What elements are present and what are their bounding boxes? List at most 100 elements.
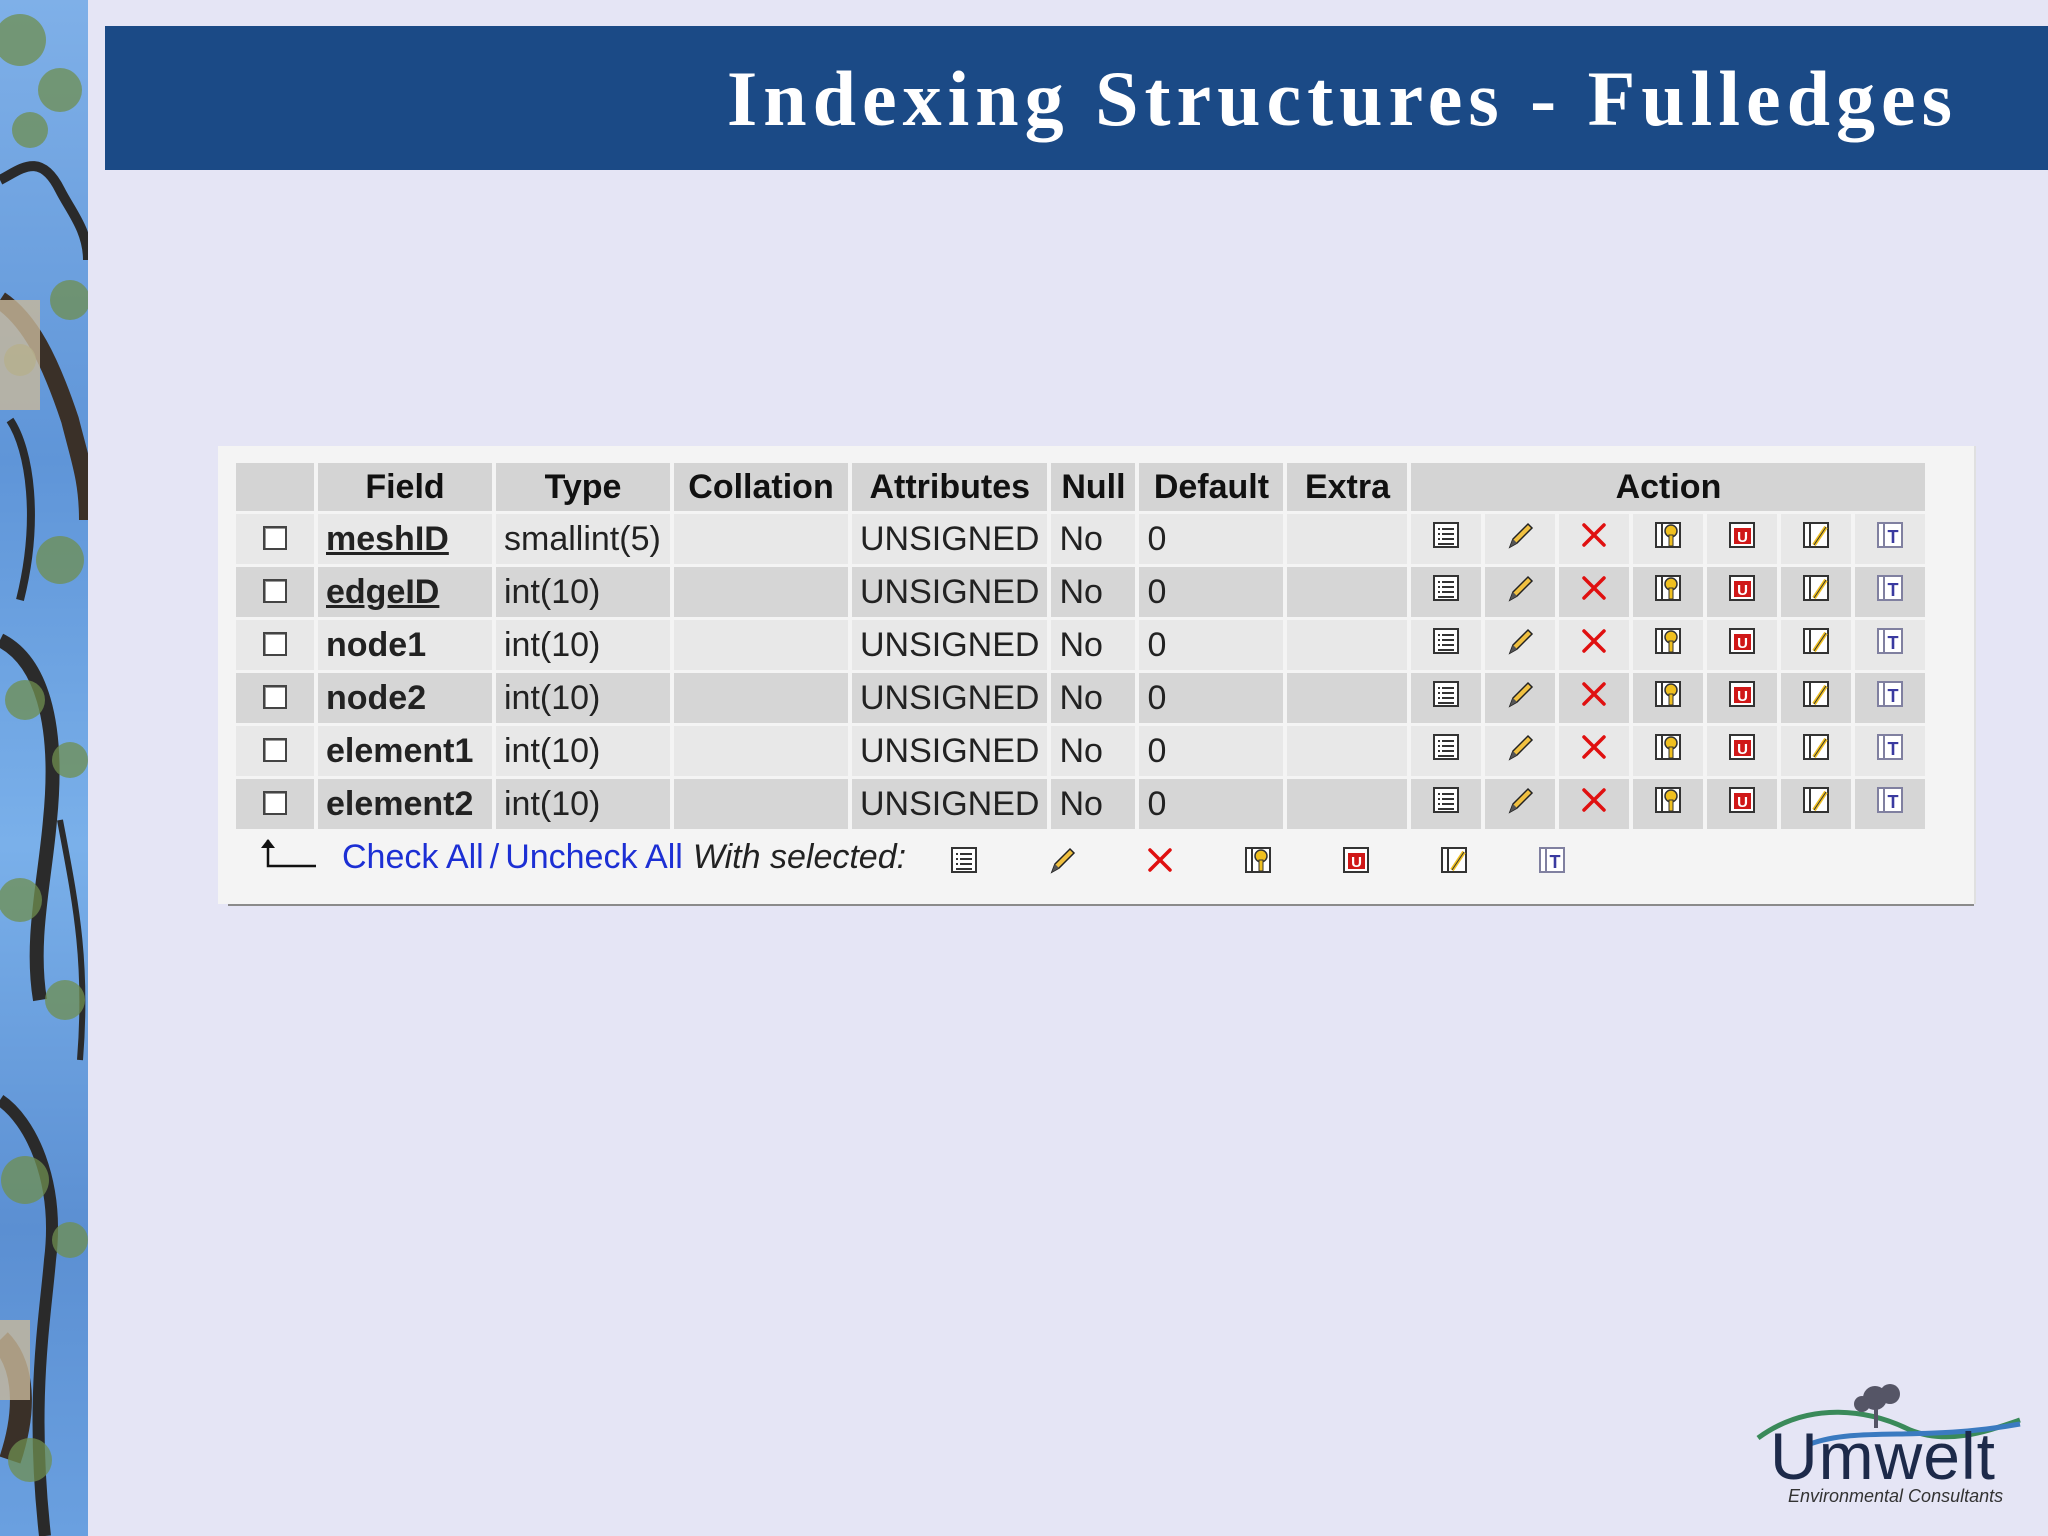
- action-cell: [1411, 514, 1482, 564]
- field-name[interactable]: edgeID: [318, 567, 492, 617]
- delete-x-icon[interactable]: [1578, 625, 1610, 666]
- bulk-unique-icon[interactable]: U: [1340, 844, 1372, 881]
- unique-icon[interactable]: U: [1726, 519, 1758, 560]
- svg-text:T: T: [1888, 739, 1899, 759]
- action-cell: U: [1707, 779, 1778, 829]
- browse-icon[interactable]: [1430, 625, 1462, 666]
- primary-key-icon[interactable]: [1652, 625, 1684, 666]
- field-null: No: [1051, 567, 1136, 617]
- delete-x-icon[interactable]: [1578, 678, 1610, 719]
- edit-pencil-icon[interactable]: [1504, 625, 1536, 666]
- row-checkbox[interactable]: [263, 737, 287, 762]
- header-type[interactable]: Type: [496, 463, 670, 511]
- index-icon[interactable]: [1800, 572, 1832, 613]
- delete-x-icon[interactable]: [1578, 519, 1610, 560]
- index-icon[interactable]: [1800, 784, 1832, 825]
- arrow-up-left-icon: [258, 836, 318, 879]
- field-name[interactable]: meshID: [318, 514, 492, 564]
- uncheck-all-link[interactable]: Uncheck All: [505, 838, 683, 877]
- header-checkbox: [236, 463, 314, 511]
- delete-x-icon[interactable]: [1578, 784, 1610, 825]
- primary-key-icon[interactable]: [1652, 731, 1684, 772]
- browse-icon[interactable]: [1430, 731, 1462, 772]
- header-null[interactable]: Null: [1051, 463, 1136, 511]
- primary-key-icon[interactable]: [1652, 572, 1684, 613]
- unique-icon[interactable]: U: [1726, 625, 1758, 666]
- unique-icon[interactable]: U: [1726, 572, 1758, 613]
- header-default[interactable]: Default: [1139, 463, 1284, 511]
- edit-pencil-icon[interactable]: [1504, 678, 1536, 719]
- index-icon[interactable]: [1800, 625, 1832, 666]
- fulltext-icon[interactable]: T: [1874, 625, 1906, 666]
- index-icon[interactable]: [1800, 731, 1832, 772]
- field-type: int(10): [496, 726, 670, 776]
- field-default: 0: [1139, 620, 1284, 670]
- index-icon[interactable]: [1800, 678, 1832, 719]
- primary-key-icon[interactable]: [1652, 678, 1684, 719]
- browse-icon[interactable]: [1430, 784, 1462, 825]
- row-checkbox[interactable]: [263, 578, 287, 603]
- field-extra: [1287, 567, 1408, 617]
- row-checkbox[interactable]: [263, 525, 287, 550]
- delete-x-icon[interactable]: [1578, 572, 1610, 613]
- row-checkbox[interactable]: [263, 631, 287, 656]
- svg-text:U: U: [1738, 582, 1749, 599]
- header-field[interactable]: Field: [318, 463, 492, 511]
- edit-pencil-icon[interactable]: [1504, 519, 1536, 560]
- row-checkbox-cell: [236, 567, 314, 617]
- action-cell: U: [1707, 620, 1778, 670]
- index-icon[interactable]: [1800, 519, 1832, 560]
- fulltext-icon[interactable]: T: [1874, 519, 1906, 560]
- bulk-delete-x-icon[interactable]: [1144, 844, 1176, 881]
- header-collation[interactable]: Collation: [674, 463, 848, 511]
- primary-key-icon[interactable]: [1652, 519, 1684, 560]
- fulltext-icon[interactable]: T: [1874, 731, 1906, 772]
- header-attributes[interactable]: Attributes: [852, 463, 1048, 511]
- field-extra: [1287, 514, 1408, 564]
- primary-key-icon[interactable]: [1652, 784, 1684, 825]
- action-cell: [1559, 567, 1630, 617]
- row-checkbox[interactable]: [263, 684, 287, 709]
- fulltext-icon[interactable]: T: [1874, 572, 1906, 613]
- bulk-fulltext-icon[interactable]: T: [1536, 844, 1568, 881]
- table-header-row: Field Type Collation Attributes Null Def…: [236, 463, 1926, 511]
- link-separator: /: [489, 837, 500, 876]
- action-cell: [1559, 620, 1630, 670]
- fulltext-icon[interactable]: T: [1874, 784, 1906, 825]
- unique-icon[interactable]: U: [1726, 678, 1758, 719]
- row-checkbox[interactable]: [263, 790, 287, 815]
- browse-icon[interactable]: [1430, 678, 1462, 719]
- unique-icon[interactable]: U: [1726, 784, 1758, 825]
- header-extra[interactable]: Extra: [1287, 463, 1408, 511]
- edit-pencil-icon[interactable]: [1504, 572, 1536, 613]
- row-checkbox-cell: [236, 514, 314, 564]
- action-cell: [1485, 514, 1556, 564]
- delete-x-icon[interactable]: [1578, 731, 1610, 772]
- fulltext-icon[interactable]: T: [1874, 678, 1906, 719]
- svg-text:T: T: [1888, 792, 1899, 812]
- field-attributes: UNSIGNED: [852, 726, 1048, 776]
- edit-pencil-icon[interactable]: [1504, 731, 1536, 772]
- table-row: node1 int(10) UNSIGNED No 0 U T: [236, 620, 1926, 670]
- action-cell: [1781, 567, 1852, 617]
- action-cell: [1485, 567, 1556, 617]
- field-default: 0: [1139, 567, 1284, 617]
- header-action: Action: [1411, 463, 1926, 511]
- bulk-index-icon[interactable]: [1438, 844, 1470, 881]
- bulk-edit-pencil-icon[interactable]: [1046, 844, 1078, 881]
- field-null: No: [1051, 620, 1136, 670]
- action-cell: [1633, 673, 1704, 723]
- field-default: 0: [1139, 779, 1284, 829]
- with-selected-label: With selected:: [692, 837, 907, 876]
- svg-text:U: U: [1351, 854, 1362, 871]
- check-all-link[interactable]: Check All: [342, 838, 484, 877]
- browse-icon[interactable]: [1430, 519, 1462, 560]
- action-cell: U: [1707, 514, 1778, 564]
- browse-icon[interactable]: [1430, 572, 1462, 613]
- bulk-browse-icon[interactable]: [948, 844, 980, 881]
- edit-pencil-icon[interactable]: [1504, 784, 1536, 825]
- action-cell: [1781, 620, 1852, 670]
- unique-icon[interactable]: U: [1726, 731, 1758, 772]
- field-type: smallint(5): [496, 514, 670, 564]
- bulk-primary-key-icon[interactable]: [1242, 844, 1274, 881]
